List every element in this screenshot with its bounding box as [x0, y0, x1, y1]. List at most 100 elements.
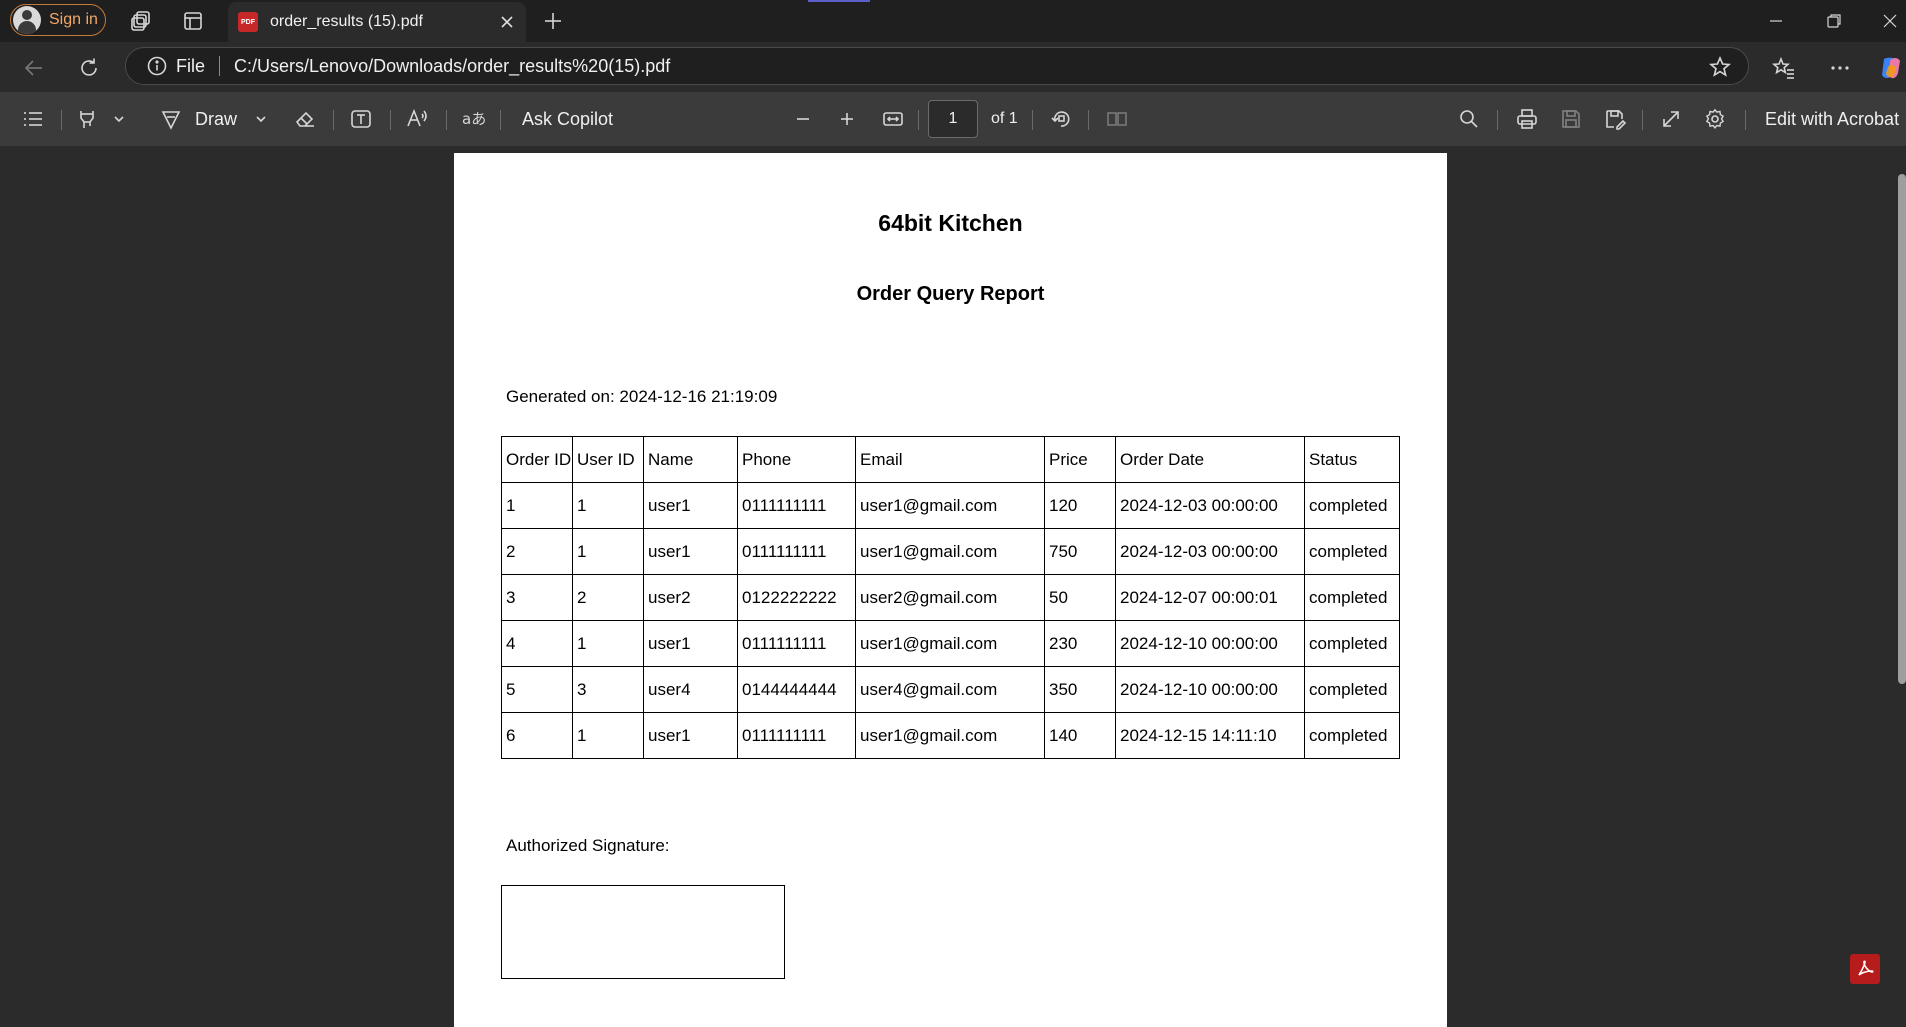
table-cell: user1@gmail.com [855, 482, 1045, 529]
favorites-icon[interactable] [1768, 52, 1800, 84]
table-cell: 2024-12-10 00:00:00 [1115, 620, 1305, 667]
table-cell: 2024-12-03 00:00:00 [1115, 528, 1305, 575]
pdf-page: 64bit Kitchen Order Query Report Generat… [454, 153, 1447, 1027]
pdf-favicon-icon: PDF [238, 12, 258, 32]
column-header: Phone [737, 436, 856, 483]
report-title: 64bit Kitchen [878, 210, 1023, 236]
table-cell: 4 [501, 620, 573, 667]
table-cell: user2 [643, 574, 738, 621]
sign-in-label: Sign in [49, 11, 98, 28]
close-tab-icon[interactable] [492, 7, 522, 37]
table-cell: user4@gmail.com [855, 666, 1045, 713]
favorite-star-icon[interactable] [1708, 55, 1732, 79]
column-header: Order Date [1115, 436, 1305, 483]
draw-pen-icon[interactable] [156, 104, 186, 134]
vertical-tabs-icon[interactable] [178, 6, 208, 36]
toolbar-separator [918, 110, 919, 130]
acrobat-logo-icon[interactable] [1850, 954, 1880, 984]
table-cell: 50 [1044, 574, 1116, 621]
rotate-icon[interactable] [1046, 104, 1076, 134]
zoom-out-icon[interactable] [788, 104, 818, 134]
toolbar-separator [1088, 110, 1089, 130]
table-cell: completed [1304, 666, 1400, 713]
table-row: 6 1 user1 0111111111 user1@gmail.com 140… [501, 712, 1400, 759]
table-cell: 0111111111 [737, 712, 856, 759]
more-options-icon[interactable] [1824, 52, 1856, 84]
table-cell: 1 [572, 712, 644, 759]
full-screen-icon[interactable] [1656, 104, 1686, 134]
read-aloud-icon[interactable] [402, 104, 434, 134]
info-icon[interactable] [146, 55, 168, 77]
table-cell: 2 [572, 574, 644, 621]
workspaces-icon[interactable] [126, 6, 156, 36]
fit-to-width-icon[interactable] [878, 104, 908, 134]
column-header: Status [1304, 436, 1400, 483]
table-cell: completed [1304, 712, 1400, 759]
url-text[interactable]: C:/Users/Lenovo/Downloads/order_results%… [234, 56, 670, 77]
text-box-icon[interactable] [346, 104, 376, 134]
table-cell: user2@gmail.com [855, 574, 1045, 621]
table-cell: 6 [501, 712, 573, 759]
orders-table: Order ID User ID Name Phone Email Price … [501, 436, 1400, 759]
save-icon[interactable] [1556, 104, 1586, 134]
pdf-viewer[interactable]: 64bit Kitchen Order Query Report Generat… [0, 146, 1906, 1027]
table-cell: user1@gmail.com [855, 620, 1045, 667]
table-cell: 2024-12-07 00:00:01 [1115, 574, 1305, 621]
scrollbar-thumb[interactable] [1898, 174, 1906, 684]
vertical-scrollbar[interactable] [1896, 146, 1906, 1027]
table-cell: user1@gmail.com [855, 712, 1045, 759]
eraser-icon[interactable] [290, 104, 320, 134]
close-window-icon[interactable] [1862, 0, 1906, 42]
search-icon[interactable] [1454, 104, 1484, 134]
table-cell: 5 [501, 666, 573, 713]
zoom-in-icon[interactable] [832, 104, 862, 134]
table-cell: 140 [1044, 712, 1116, 759]
edit-with-acrobat-button[interactable]: Edit with Acrobat [1765, 92, 1899, 146]
address-bar[interactable]: File C:/Users/Lenovo/Downloads/order_res… [125, 47, 1749, 85]
print-icon[interactable] [1512, 104, 1542, 134]
new-tab-icon[interactable] [538, 6, 568, 36]
table-cell: 0111111111 [737, 482, 856, 529]
table-cell: 0111111111 [737, 620, 856, 667]
page-number-input[interactable]: 1 [928, 100, 978, 138]
toolbar-separator [1032, 110, 1033, 130]
settings-gear-icon[interactable] [1700, 104, 1730, 134]
restore-icon[interactable] [1806, 0, 1862, 42]
table-cell: 120 [1044, 482, 1116, 529]
table-row: 3 2 user2 0122222222 user2@gmail.com 50 … [501, 574, 1400, 621]
ask-copilot-button[interactable]: Ask Copilot [522, 92, 613, 146]
table-cell: 2024-12-10 00:00:00 [1115, 666, 1305, 713]
table-cell: 750 [1044, 528, 1116, 575]
generated-on-text: Generated on: 2024-12-16 21:19:09 [506, 387, 778, 406]
copilot-icon[interactable] [1876, 52, 1906, 84]
refresh-icon[interactable] [73, 52, 105, 84]
minimize-icon[interactable] [1748, 0, 1804, 42]
draw-dropdown-chevron-icon[interactable] [250, 108, 272, 130]
table-cell: 350 [1044, 666, 1116, 713]
table-cell: 3 [501, 574, 573, 621]
toolbar-separator [500, 110, 501, 130]
highlight-icon[interactable] [72, 104, 102, 134]
highlight-dropdown-chevron-icon[interactable] [108, 108, 130, 130]
report-subtitle: Order Query Report [856, 283, 1045, 305]
translate-icon[interactable]: aあ [458, 104, 490, 134]
back-arrow-icon[interactable] [18, 52, 50, 84]
table-header-row: Order ID User ID Name Phone Email Price … [501, 436, 1400, 483]
table-cell: 1 [501, 482, 573, 529]
table-cell: completed [1304, 574, 1400, 621]
table-cell: user1 [643, 620, 738, 667]
toolbar-separator [1497, 110, 1498, 130]
page-view-icon[interactable] [1102, 104, 1132, 134]
table-cell: 1 [572, 482, 644, 529]
tab-order-results-pdf[interactable]: PDF order_results (15).pdf [228, 2, 526, 42]
column-header: Name [643, 436, 738, 483]
table-cell: 0111111111 [737, 528, 856, 575]
toolbar-separator [446, 110, 447, 130]
contents-list-icon[interactable] [18, 104, 48, 134]
save-as-icon[interactable] [1600, 104, 1630, 134]
column-header: Email [855, 436, 1045, 483]
page-total-label: of 1 [991, 110, 1018, 127]
draw-button[interactable]: Draw [195, 92, 237, 146]
sign-in-button[interactable]: Sign in [10, 4, 106, 36]
address-separator [219, 56, 221, 76]
